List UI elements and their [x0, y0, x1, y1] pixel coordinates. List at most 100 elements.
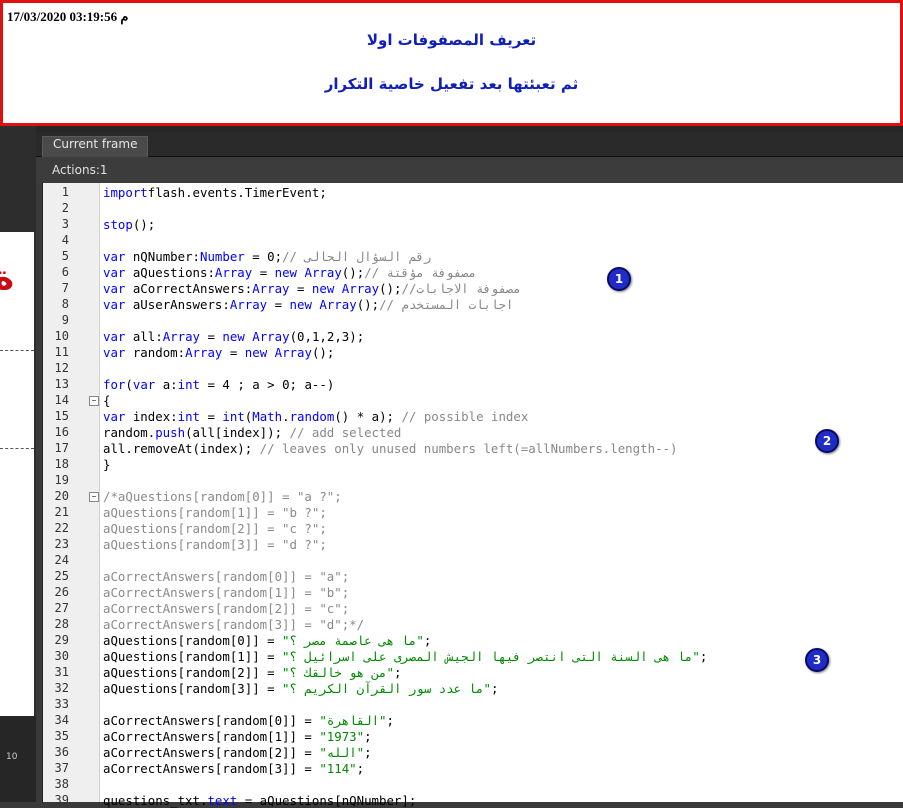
code-line[interactable]: aQuestions[random[3]] = "d ?"; [103, 537, 327, 552]
code-line[interactable]: var aCorrectAnswers:Array = new Array();… [103, 281, 521, 296]
code-token: = [200, 329, 223, 344]
code-token: push [155, 425, 186, 440]
code-token: aQuestions[random[2]] = [103, 665, 283, 680]
code-line[interactable]: random.push(all[index]); // add selected [103, 425, 401, 440]
code-line[interactable]: /*aQuestions[random[0]] = "a ?"; [103, 489, 342, 504]
code-token: aQuestions[random[1]] = "b ?"; [103, 505, 327, 520]
code-token: a: [155, 377, 178, 392]
line-number: 14 [54, 393, 69, 407]
line-number-gutter: 1 2 3 4 5 6 7 8 9 10 11 12 13 14 15 16 17 18 19 20 21 22 23 24 2… [43, 183, 100, 807]
code-line[interactable]: } [103, 457, 110, 472]
code-token: // possible index [401, 409, 529, 424]
timestamp: 17/03/2020 03:19:56 م [7, 9, 129, 24]
code-line[interactable]: importflash.events.TimerEvent; [103, 185, 327, 200]
code-line[interactable]: aQuestions[random[0]] = "ما هى عاصمة مصر… [103, 633, 431, 648]
code-token: questions_txt. [103, 793, 208, 808]
line-number: 34 [54, 713, 69, 727]
code-token: aQuestions[random[2]] = "c ?"; [103, 521, 327, 536]
code-line[interactable]: aCorrectAnswers[random[1]] = "1973"; [103, 729, 372, 744]
code-token: "القاهرة" [319, 713, 387, 728]
code-token: aQuestions[random[1]] = [103, 649, 283, 664]
code-token: aCorrectAnswers[random[3]] = "d";*/ [103, 617, 365, 632]
code-token: ; [699, 649, 708, 664]
code-line[interactable]: questions_txt.text = aQuestions[nQNumber… [103, 793, 416, 808]
code-token: import [103, 185, 148, 200]
code-editor[interactable]: 1 2 3 4 5 6 7 8 9 10 11 12 13 14 15 16 17 18 19 20 21 22 23 24 2… [42, 183, 903, 808]
code-token: "ما هى السنة التى انتصر فيها الجيش المصر… [282, 649, 700, 664]
tab-current-frame[interactable]: Current frame [42, 136, 149, 157]
step-badge-2: 2 [815, 429, 839, 453]
line-number: 22 [54, 521, 69, 535]
code-line[interactable]: all.removeAt(index); // leaves only unus… [103, 441, 677, 456]
line-number: 33 [54, 697, 69, 711]
line-number: 8 [61, 297, 69, 311]
code-token: aCorrectAnswers[random[3]] = [103, 761, 320, 776]
code-token: = aQuestions[nQNumber]; [237, 793, 417, 808]
code-line[interactable]: var index:int = int(Math.random() * a); … [103, 409, 528, 424]
code-token: random: [125, 345, 186, 360]
line-number: 15 [54, 409, 69, 423]
stage-text: ة [0, 258, 15, 298]
code-token: ; [364, 745, 372, 760]
code-token: "ما هى عاصمة مصر ؟" [282, 633, 424, 648]
fold-toggle-icon[interactable]: − [89, 492, 99, 502]
code-line[interactable]: aQuestions[random[1]] = "ما هى السنة الت… [103, 649, 707, 664]
code-token: ; [356, 761, 365, 776]
code-line[interactable]: var aQuestions:Array = new Array();// مص… [103, 265, 476, 280]
line-number: 30 [54, 649, 69, 663]
code-token: aQuestions[random[3]] = [103, 681, 283, 696]
code-line[interactable]: { [103, 393, 110, 408]
code-token: Array [319, 297, 357, 312]
line-number: 26 [54, 585, 69, 599]
code-line[interactable]: var aUserAnswers:Array = new Array();// … [103, 297, 513, 312]
code-line[interactable]: aCorrectAnswers[random[3]] = "d";*/ [103, 617, 364, 632]
code-token: Array [252, 329, 290, 344]
code-line[interactable]: aCorrectAnswers[random[3]] = "114"; [103, 761, 364, 776]
code-line[interactable]: aQuestions[random[3]] = "ما عدد سور القر… [103, 681, 498, 696]
code-token: // leaves only unused numbers left(=allN… [259, 441, 678, 456]
instruction-banner: 17/03/2020 03:19:56 م تعريف المصفوفات او… [0, 0, 903, 126]
code-token: flash.events.TimerEvent; [147, 185, 327, 200]
code-line[interactable]: stop(); [103, 217, 155, 232]
code-token: Array [229, 297, 268, 312]
line-number: 38 [54, 777, 69, 791]
breadcrumb: Actions:1 [36, 157, 903, 183]
line-number: 21 [54, 505, 69, 519]
code-line[interactable]: var all:Array = new Array(0,1,2,3); [103, 329, 364, 344]
code-token: aQuestions[random[0]] = [103, 633, 283, 648]
code-token: { [103, 393, 111, 408]
code-token: = 0; [244, 249, 283, 264]
code-line[interactable]: aQuestions[random[1]] = "b ?"; [103, 505, 327, 520]
line-number: 2 [61, 201, 69, 215]
code-token: (); [132, 217, 156, 232]
code-token: var [132, 377, 156, 392]
code-token: Number [200, 249, 245, 264]
code-line[interactable]: var random:Array = new Array(); [103, 345, 334, 360]
code-token: Array [304, 265, 342, 280]
code-token: = [222, 345, 245, 360]
code-token: aQuestions[random[3]] = "d ?"; [103, 537, 327, 552]
fold-toggle-icon[interactable]: − [89, 396, 99, 406]
code-token: (); [379, 281, 402, 296]
line-number: 36 [54, 745, 69, 759]
code-token: "1973" [319, 729, 365, 744]
stage-canvas[interactable]: ة [0, 232, 34, 760]
code-token: var [103, 265, 126, 280]
code-line[interactable]: aQuestions[random[2]] = "من هو خالقك ؟"; [103, 665, 401, 680]
code-line[interactable]: var nQNumber:Number = 0;// رقم السؤال ال… [103, 249, 431, 264]
code-line[interactable]: aCorrectAnswers[random[2]] = "الله"; [103, 745, 372, 760]
code-token: "من هو خالقك ؟" [282, 665, 394, 680]
code-line[interactable]: aQuestions[random[2]] = "c ?"; [103, 521, 327, 536]
code-line[interactable]: aCorrectAnswers[random[0]] = "القاهرة"; [103, 713, 394, 728]
code-line[interactable]: aCorrectAnswers[random[2]] = "c"; [103, 601, 349, 616]
code-token: aCorrectAnswers[random[0]] = [103, 713, 320, 728]
code-line[interactable]: for(var a:int = 4 ; a > 0; a--) [103, 377, 334, 392]
code-token: (); [311, 345, 335, 360]
code-line[interactable]: aCorrectAnswers[random[1]] = "b"; [103, 585, 349, 600]
line-number: 5 [61, 249, 69, 263]
code-token: var [103, 345, 126, 360]
code-line[interactable]: aCorrectAnswers[random[0]] = "a"; [103, 569, 349, 584]
breadcrumb-label[interactable]: Actions:1 [52, 163, 108, 177]
code-token: . [282, 409, 290, 424]
code-token: var [103, 297, 126, 312]
